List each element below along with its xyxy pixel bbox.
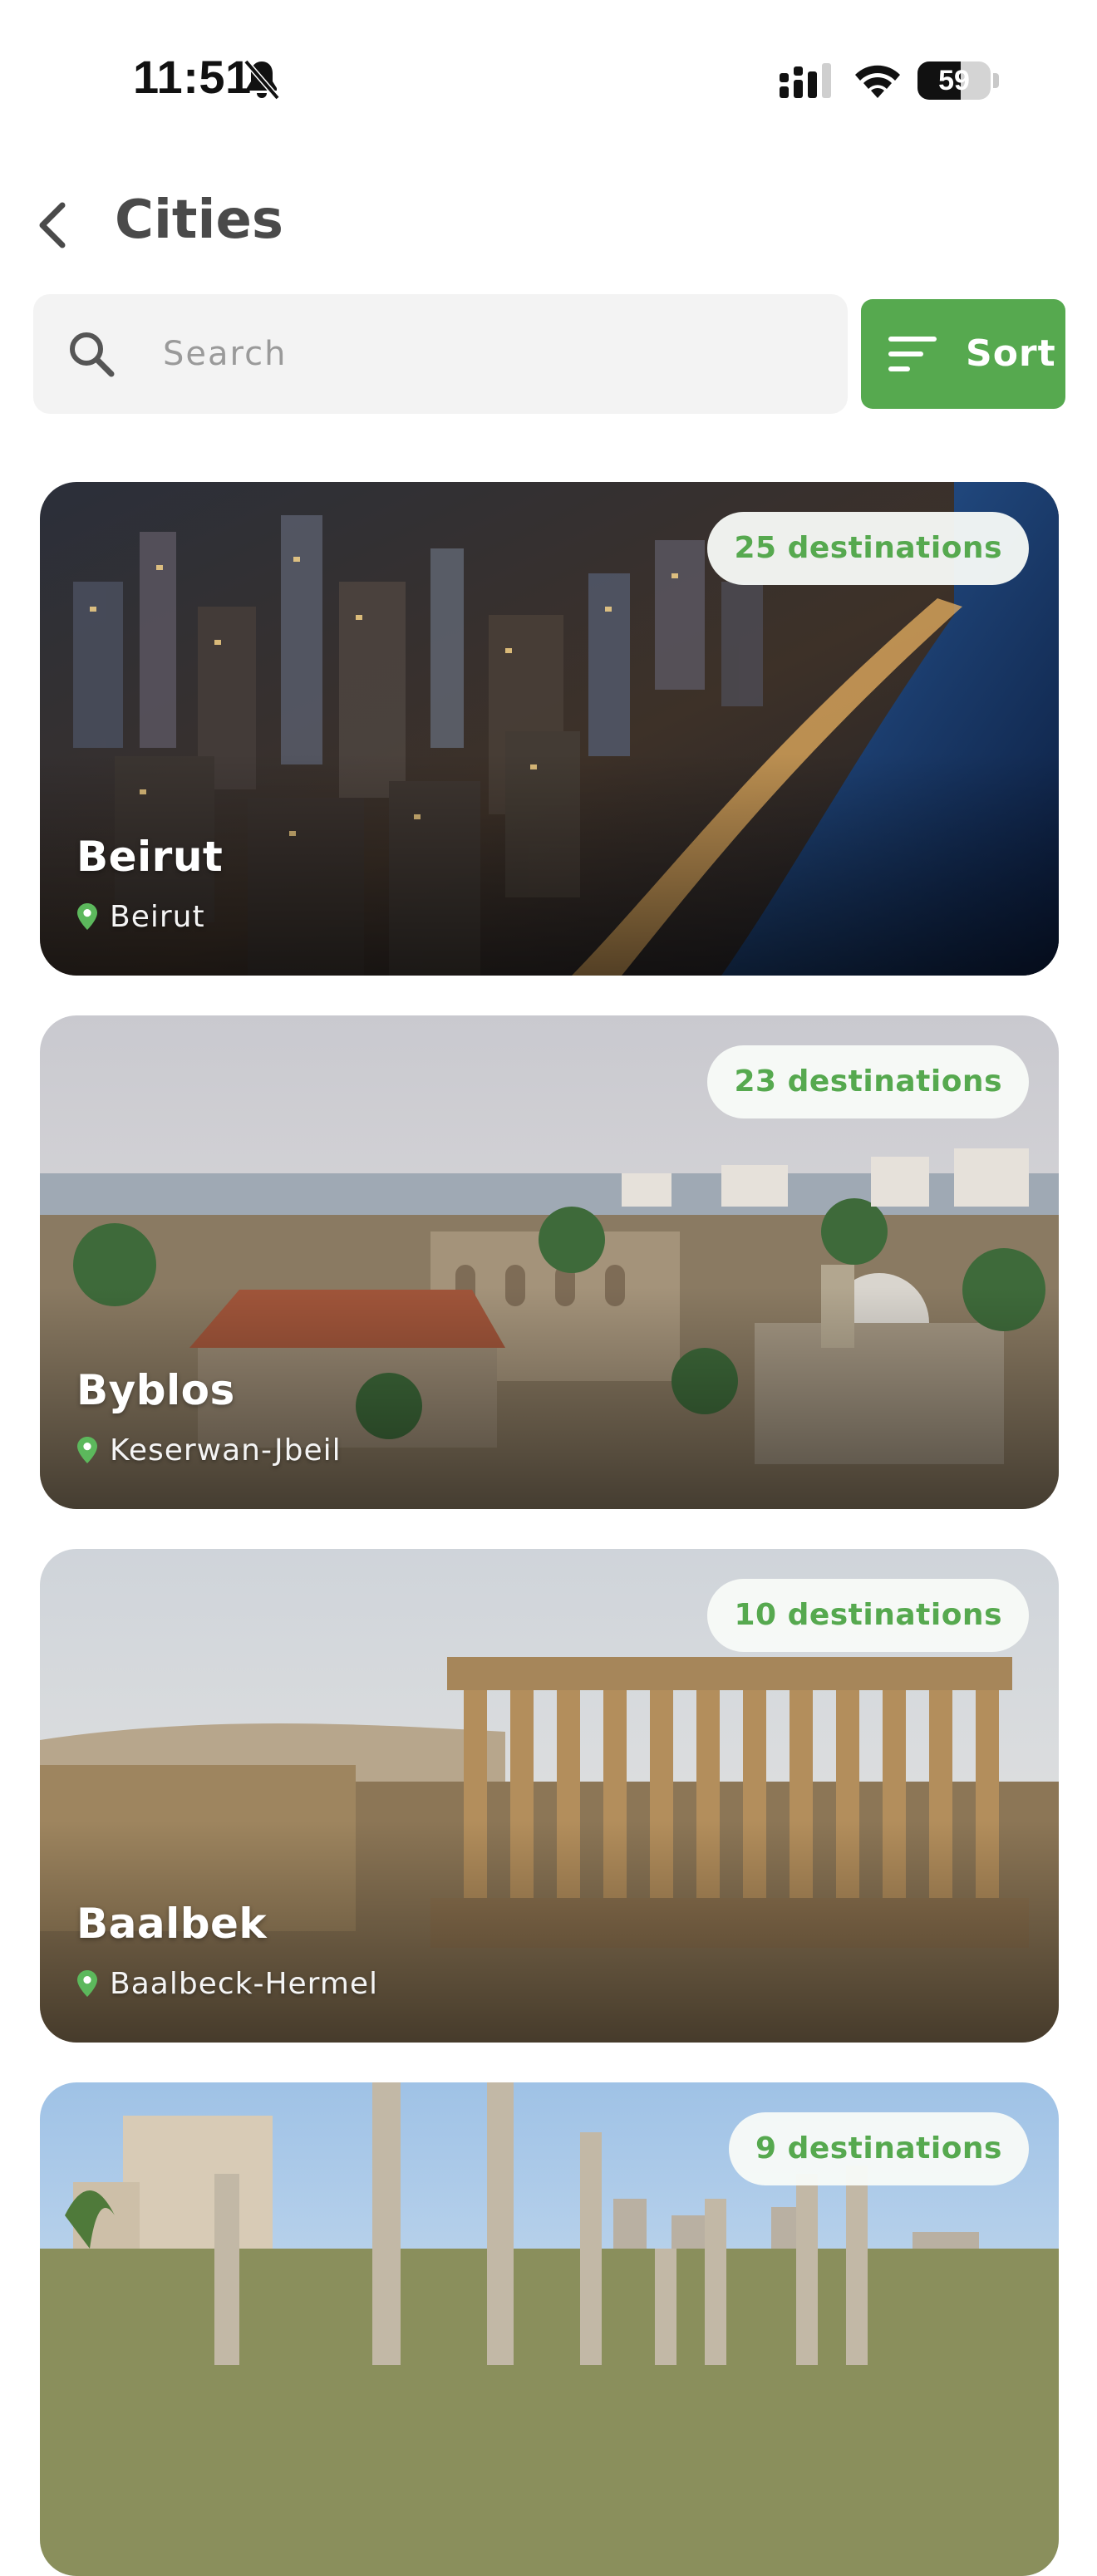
location-pin-icon [77,1970,97,1997]
city-name: Byblos [76,1366,235,1414]
destinations-badge: 10 destinations [707,1579,1029,1652]
sort-lines-icon [888,337,937,371]
battery-icon: 59 [917,61,999,100]
city-region: Baalbeck-Hermel [76,1964,378,2003]
city-region: Keserwan-Jbeil [76,1431,342,1469]
wifi-icon [855,65,900,98]
bell-slash-icon [244,59,280,101]
region-label: Baalbeck-Hermel [110,1966,379,2001]
sort-label: Sort [966,332,1056,375]
city-name: Baalbek [76,1900,268,1948]
location-pin-icon [77,903,97,930]
destinations-badge: 9 destinations [728,2112,1029,2185]
region-label: Keserwan-Jbeil [110,1433,342,1467]
status-bar: 11:51 59 [0,0,1097,158]
battery-level: 59 [938,65,970,96]
region-label: Beirut [110,899,205,934]
city-card-beirut[interactable]: 25 destinations Beirut Beirut [40,482,1059,976]
search-box[interactable] [33,294,848,414]
city-card-4[interactable]: 9 destinations [40,2082,1059,2576]
status-time: 11:51 [133,51,252,103]
signal-icon [780,63,831,98]
location-pin-icon [77,1437,97,1463]
destinations-badge: 23 destinations [707,1045,1029,1118]
destinations-badge: 25 destinations [707,512,1029,585]
city-card-baalbek[interactable]: 10 destinations Baalbek Baalbeck-Hermel [40,1549,1059,2043]
city-name: Beirut [76,833,224,881]
search-input[interactable] [163,294,828,414]
back-button[interactable] [23,193,81,258]
search-icon [70,332,115,377]
sort-button[interactable]: Sort [861,299,1065,409]
city-region: Beirut [76,897,205,936]
page-title: Cities [115,189,283,251]
chevron-left-icon [39,202,66,248]
city-card-byblos[interactable]: 23 destinations Byblos Keserwan-Jbeil [40,1015,1059,1509]
